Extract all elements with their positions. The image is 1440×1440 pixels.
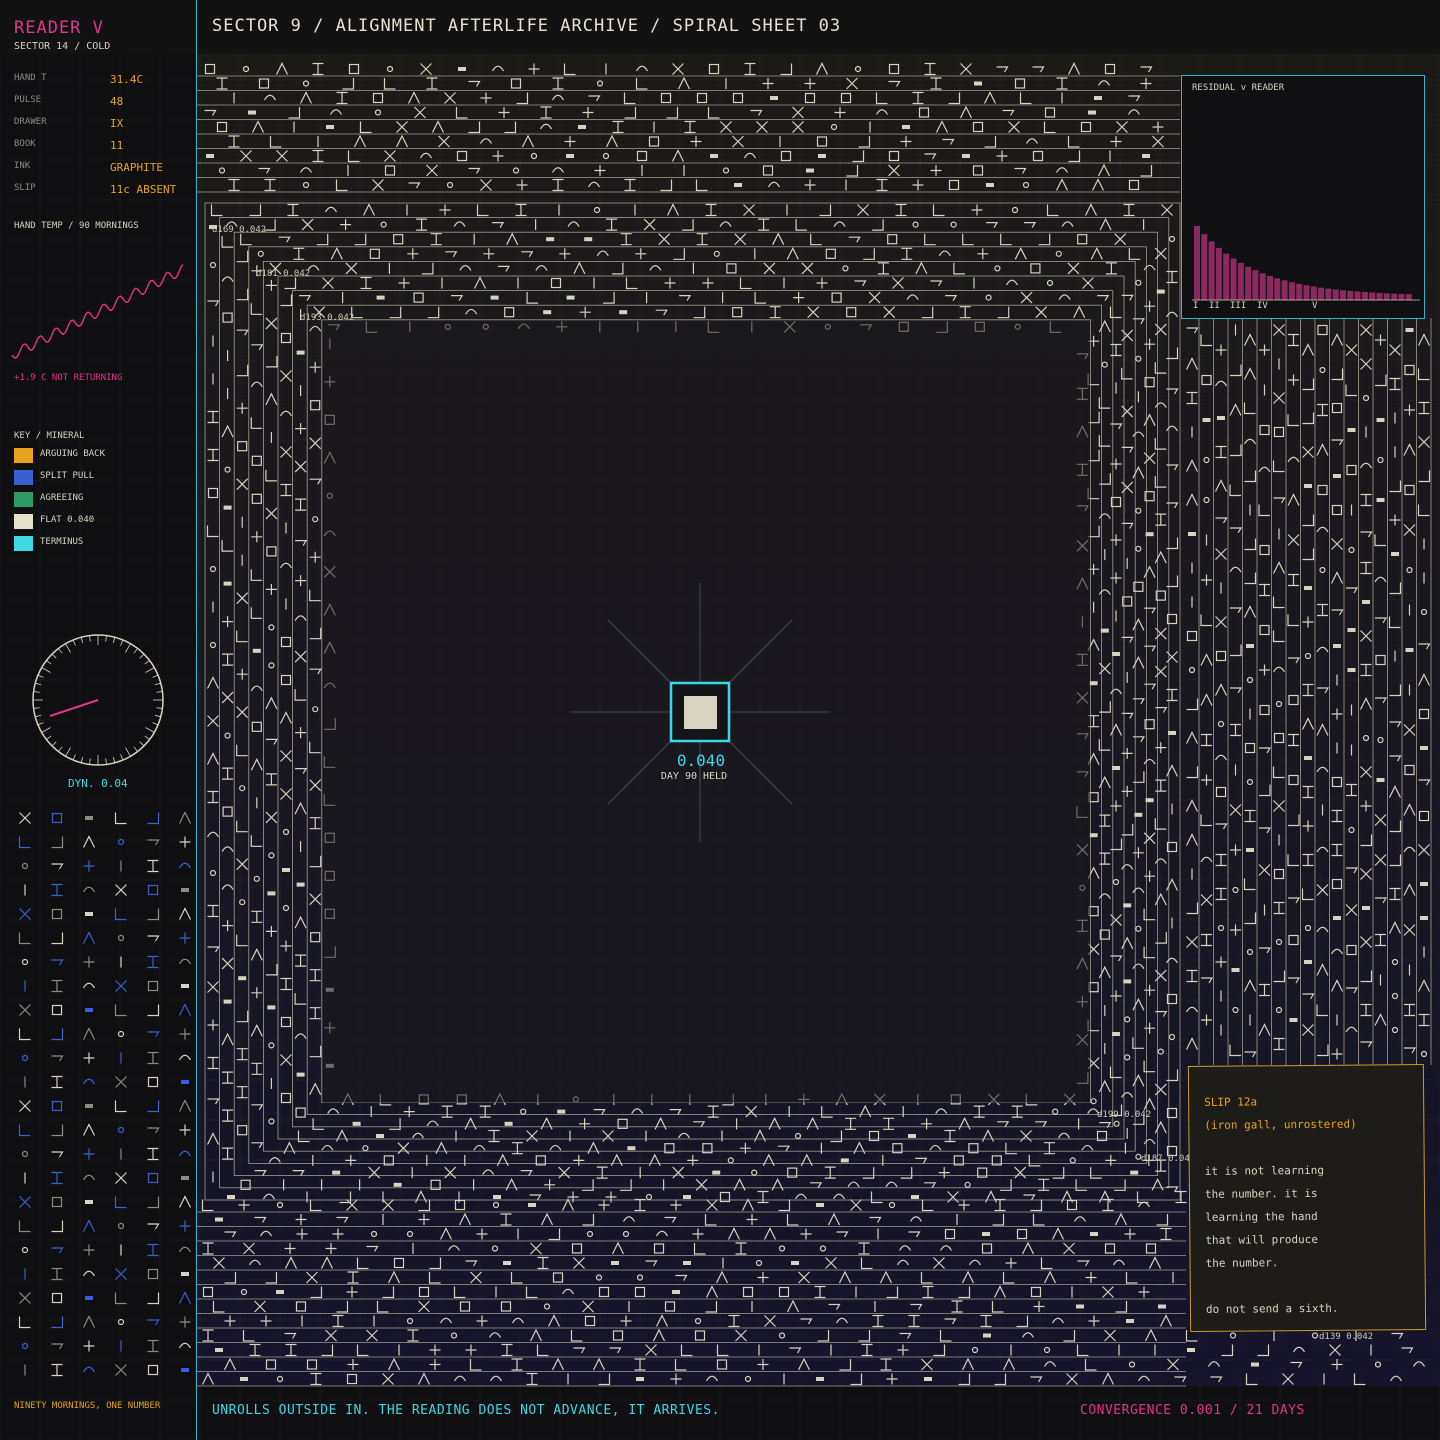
residual-bar	[1391, 293, 1398, 300]
slip-line: the number.	[1205, 1256, 1279, 1270]
ring-label: d139 0.042	[1319, 1332, 1374, 1342]
key-swatch-terminus	[14, 536, 33, 551]
residual-bar	[1340, 290, 1346, 300]
residual-bar	[1259, 273, 1266, 300]
residual-bar	[1215, 247, 1222, 300]
spiral-sheet: SECTOR 9 / ALIGNMENT AFTERLIFE ARCHIVE /…	[0, 0, 1440, 1440]
key-swatch-split-pull	[14, 470, 33, 485]
dial-label: DYN. 0.04	[68, 777, 128, 790]
residual-bar	[1354, 291, 1361, 300]
sidebar: READER V SECTOR 14 / COLD HAND T 31.4C P…	[0, 0, 197, 1440]
page-title: SECTOR 9 / ALIGNMENT AFTERLIFE ARCHIVE /…	[212, 16, 842, 36]
residual-bar	[1267, 275, 1273, 300]
residual-bar	[1383, 293, 1390, 300]
slip-line: (iron gall, unrostered)	[1204, 1117, 1357, 1132]
key-swatch-agreeing	[14, 492, 33, 507]
field-value-book: 11	[110, 139, 124, 152]
field-value-drawer: IX	[110, 117, 124, 130]
residual-bar	[1245, 266, 1252, 300]
footer-note: NINETY MORNINGS, ONE NUMBER	[14, 1401, 161, 1411]
key-label-flat: FLAT 0.040	[40, 515, 95, 525]
key-title: KEY / MINERAL	[14, 431, 85, 441]
sector-subtitle: SECTOR 14 / COLD	[14, 41, 111, 52]
residual-bar	[1347, 290, 1354, 300]
convergence-readout: CONVERGENCE 0.001 / 21 DAYS	[1080, 1403, 1305, 1418]
key-label-arguing-back: ARGUING BACK	[40, 449, 106, 459]
top-bar: SECTOR 9 / ALIGNMENT AFTERLIFE ARCHIVE /…	[0, 0, 1440, 54]
key-label-split-pull: SPLIT PULL	[40, 471, 95, 481]
ring-label: d199 0.042	[1097, 1110, 1152, 1120]
ring-label: d181 0.042	[256, 269, 311, 279]
residual-bar	[1252, 270, 1259, 300]
field-value-slip: 11c ABSENT	[110, 183, 177, 196]
residual-bar	[1194, 226, 1200, 300]
slip-line: the number. it is	[1204, 1186, 1318, 1201]
residual-bar	[1223, 253, 1230, 300]
residual-bar	[1318, 287, 1325, 300]
residual-bar	[1237, 262, 1244, 300]
residual-bar	[1369, 292, 1376, 300]
slip-line: learning the hand	[1205, 1209, 1318, 1224]
reader-title: READER V	[14, 18, 104, 38]
hand-temp-line	[11, 264, 184, 359]
hand-temp-sparkline	[11, 264, 184, 359]
slip-line: it is not learning	[1204, 1163, 1325, 1178]
key-swatch-flat	[14, 514, 33, 529]
residual-bar	[1398, 293, 1405, 300]
residual-bar	[1303, 285, 1310, 300]
field-label-drawer: DRAWER	[14, 117, 47, 127]
ring-label: d169 0.042	[212, 225, 267, 235]
field-label-slip: SLIP	[14, 183, 36, 193]
field-label-ink: INK	[14, 161, 31, 171]
inset-tick: V	[1312, 301, 1318, 311]
residual-bar	[1405, 294, 1412, 300]
slip-note: SLIP 12a (iron gall, unrostered) it is n…	[1187, 1063, 1427, 1333]
temp-chart-label: HAND TEMP / 90 MORNINGS	[14, 221, 139, 231]
dial-needle	[49, 699, 99, 717]
inset-tick: II	[1209, 301, 1220, 311]
slip-line: that will produce	[1205, 1232, 1319, 1247]
center-status: DAY 90 HELD	[660, 771, 728, 782]
bottom-caption: UNROLLS OUTSIDE IN. THE READING DOES NOT…	[212, 1403, 720, 1418]
ring-label: d193 0.042	[300, 313, 355, 323]
field-label-pulse: PULSE	[14, 95, 42, 105]
slip-line: SLIP 12a	[1204, 1095, 1258, 1109]
residual-bar	[1325, 288, 1332, 300]
residual-bar	[1332, 289, 1339, 300]
residual-bar	[1208, 241, 1215, 300]
residual-bar	[1376, 292, 1383, 300]
residual-bar	[1296, 283, 1303, 300]
residual-inset: RESIDUAL v READER I II III IV V	[1181, 75, 1425, 319]
field-label-book: BOOK	[14, 139, 36, 149]
slip-line: do not send a sixth.	[1205, 1301, 1339, 1316]
residual-bar	[1281, 280, 1288, 300]
residual-bar	[1230, 258, 1237, 300]
residual-bar	[1201, 234, 1208, 300]
inset-tick: I	[1193, 301, 1199, 311]
field-label-hand-t: HAND T	[14, 73, 47, 83]
field-value-hand-t: 31.4C	[110, 73, 144, 86]
field-value-ink: GRAPHITE	[110, 161, 163, 174]
key-label-agreeing: AGREEING	[40, 493, 84, 503]
residual-bars	[1192, 226, 1420, 301]
residual-bar	[1310, 286, 1317, 300]
residual-bar	[1274, 278, 1281, 300]
residual-bar	[1288, 282, 1295, 300]
residual-bar	[1361, 292, 1368, 300]
key-swatch-arguing-back	[14, 448, 33, 463]
field-value-pulse: 48	[110, 95, 124, 108]
dynamics-dial	[32, 634, 164, 766]
inset-tick: IV	[1257, 301, 1268, 311]
ring-label: d187 0.042	[1141, 1154, 1196, 1164]
key-label-terminus: TERMINUS	[40, 537, 84, 547]
temp-note: +1.9 C NOT RETURNING	[14, 373, 123, 383]
inset-tick: III	[1230, 301, 1247, 311]
center-value: 0.040	[676, 751, 726, 770]
